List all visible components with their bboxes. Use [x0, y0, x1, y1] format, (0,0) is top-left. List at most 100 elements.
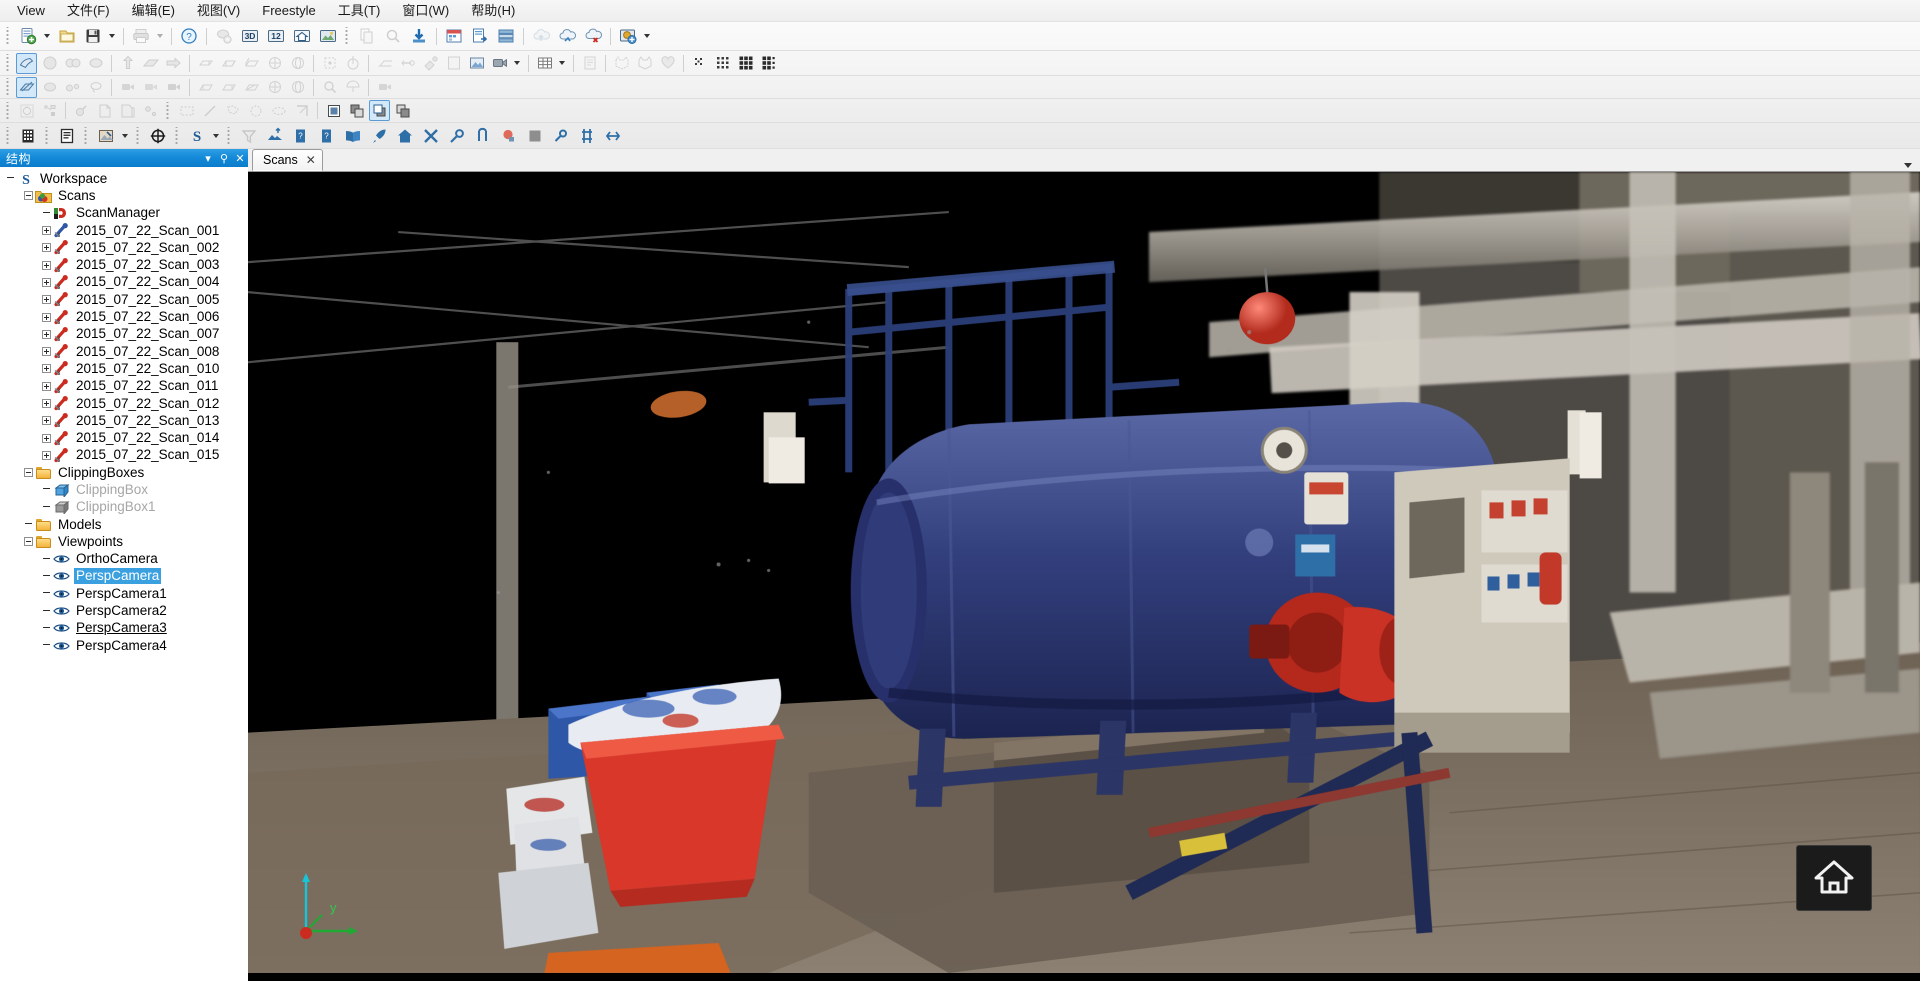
- chevron-down-icon[interactable]: ▾: [200, 150, 216, 166]
- search-object-icon[interactable]: [381, 25, 405, 48]
- expand-plus-icon[interactable]: [42, 347, 51, 357]
- ellipse-select-icon[interactable]: [268, 100, 289, 121]
- pin-point-icon[interactable]: [397, 53, 418, 74]
- print-icon[interactable]: [129, 25, 153, 48]
- toolbar-grip[interactable]: [5, 54, 12, 72]
- axis-rotate-icon[interactable]: [342, 53, 363, 74]
- building-icon[interactable]: [16, 124, 40, 147]
- new-project-dropdown[interactable]: [41, 26, 52, 47]
- refresh-circle-icon[interactable]: [16, 100, 37, 121]
- render-settings-icon[interactable]: [212, 25, 236, 48]
- s-logo-icon[interactable]: S: [185, 124, 209, 147]
- sphere-pin-icon[interactable]: [71, 100, 92, 121]
- tree-item-perspcamera3[interactable]: PerspCamera3: [0, 620, 248, 637]
- chevron-down-icon[interactable]: [1904, 163, 1912, 168]
- toolbar-grip[interactable]: [165, 101, 172, 120]
- tree-item-2015-07-22-scan-012[interactable]: 3 2015_07_22_Scan_012: [0, 395, 248, 412]
- line-tool-icon[interactable]: [199, 100, 220, 121]
- node-link-icon[interactable]: [39, 100, 60, 121]
- tree-item-clippingbox1[interactable]: ClippingBox1: [0, 499, 248, 516]
- new-project-icon[interactable]: [16, 25, 40, 48]
- page-blank-icon[interactable]: [443, 53, 464, 74]
- filter-funnel-icon[interactable]: [237, 124, 261, 147]
- globe-wire2-icon[interactable]: [287, 77, 308, 98]
- book-q1-icon[interactable]: ?: [289, 124, 313, 147]
- terrain-upload-icon[interactable]: [263, 124, 287, 147]
- book-q2-icon[interactable]: ?: [315, 124, 339, 147]
- sphere-grey-icon[interactable]: [39, 77, 60, 98]
- overlap-front-icon[interactable]: [369, 100, 390, 121]
- box-top-icon[interactable]: [195, 53, 216, 74]
- bring-forward-icon[interactable]: [346, 100, 367, 121]
- tree-item-2015-07-22-scan-006[interactable]: 3 2015_07_22_Scan_006: [0, 308, 248, 325]
- toolbar-grip[interactable]: [5, 101, 12, 120]
- tree-item-2015-07-22-scan-005[interactable]: 3 2015_07_22_Scan_005: [0, 291, 248, 308]
- cloud-delete-icon[interactable]: [581, 25, 605, 48]
- collapse-minus-icon[interactable]: [24, 191, 33, 201]
- expand-plus-icon[interactable]: [42, 260, 51, 270]
- camera-video2-icon[interactable]: [140, 77, 161, 98]
- network-nodes-icon[interactable]: [575, 124, 599, 147]
- dots-dense-icon[interactable]: [735, 53, 756, 74]
- picture-icon[interactable]: [466, 53, 487, 74]
- s-logo-dropdown[interactable]: [210, 125, 221, 146]
- camera-video3-icon[interactable]: [163, 77, 184, 98]
- marquee-select-icon[interactable]: [176, 100, 197, 121]
- expand-plus-icon[interactable]: [42, 243, 51, 253]
- camera-video-icon[interactable]: [117, 77, 138, 98]
- page-curl2-icon[interactable]: [117, 100, 138, 121]
- image-edit-dropdown[interactable]: [119, 125, 130, 146]
- sphere-wire-icon[interactable]: [264, 53, 285, 74]
- video-capture-dropdown[interactable]: [511, 53, 522, 74]
- plane-edge-icon[interactable]: [374, 53, 395, 74]
- toolbar-grip[interactable]: [5, 126, 12, 145]
- red-sphere-icon[interactable]: [497, 124, 521, 147]
- video-capture-icon[interactable]: [489, 53, 510, 74]
- tree-item-2015-07-22-scan-013[interactable]: 3 2015_07_22_Scan_013: [0, 412, 248, 429]
- circle-select-icon[interactable]: [245, 100, 266, 121]
- box-wire1-icon[interactable]: [195, 77, 216, 98]
- sphere-fit-icon[interactable]: [85, 53, 106, 74]
- menu-view[interactable]: View: [6, 1, 56, 21]
- sphere-wire2-icon[interactable]: [287, 53, 308, 74]
- tree-item-2015-07-22-scan-014[interactable]: 3 2015_07_22_Scan_014: [0, 429, 248, 446]
- umbrella-icon[interactable]: [342, 77, 363, 98]
- tree-item-perspcamera2[interactable]: PerspCamera2: [0, 602, 248, 619]
- 12-view-icon[interactable]: 12: [264, 25, 288, 48]
- note-page-icon[interactable]: [579, 53, 600, 74]
- tree-item-scanmanager[interactable]: ScanManager: [0, 205, 248, 222]
- tools-cross-icon[interactable]: [419, 124, 443, 147]
- expand-plus-icon[interactable]: [42, 295, 51, 305]
- tree-item-viewpoints[interactable]: Viewpoints: [0, 533, 248, 550]
- expand-plus-icon[interactable]: [42, 399, 51, 408]
- dots-medium-icon[interactable]: [712, 53, 733, 74]
- extrude-up-icon[interactable]: [117, 53, 138, 74]
- expand-plus-icon[interactable]: [42, 450, 51, 460]
- tab-scans[interactable]: Scans ✕: [252, 149, 323, 171]
- calendar-icon[interactable]: [442, 25, 466, 48]
- tab-close-icon[interactable]: ✕: [306, 153, 316, 167]
- dots-mixed-icon[interactable]: [758, 53, 779, 74]
- box-side-icon[interactable]: [241, 53, 262, 74]
- toolbar-grip[interactable]: [135, 126, 142, 145]
- tree-item-2015-07-22-scan-002[interactable]: 3 2015_07_22_Scan_002: [0, 239, 248, 256]
- viewport-3d[interactable]: y: [248, 172, 1920, 981]
- grid-table-dropdown[interactable]: [556, 53, 567, 74]
- polygon-select-icon[interactable]: [222, 100, 243, 121]
- cloud-sync-icon[interactable]: [555, 25, 579, 48]
- tree-item-scans[interactable]: Scans: [0, 187, 248, 204]
- tree-item-2015-07-22-scan-008[interactable]: 3 2015_07_22_Scan_008: [0, 343, 248, 360]
- tree-item-2015-07-22-scan-003[interactable]: 3 2015_07_22_Scan_003: [0, 256, 248, 273]
- send-back-icon[interactable]: [392, 100, 413, 121]
- corner-select-icon[interactable]: [291, 100, 312, 121]
- menu-edit[interactable]: 编辑(E): [121, 1, 186, 21]
- target-point-icon[interactable]: [319, 53, 340, 74]
- binocular-icon[interactable]: [62, 77, 83, 98]
- tree-item-clippingbox[interactable]: ClippingBox: [0, 481, 248, 498]
- cloud-upload-icon[interactable]: [529, 25, 553, 48]
- dots-sparse-icon[interactable]: [689, 53, 710, 74]
- menu-tools[interactable]: 工具(T): [327, 1, 392, 21]
- tree-item-workspace[interactable]: S Workspace: [0, 170, 248, 187]
- tree-item-orthocamera[interactable]: OrthoCamera: [0, 551, 248, 568]
- tree-item-2015-07-22-scan-015[interactable]: 3 2015_07_22_Scan_015: [0, 447, 248, 464]
